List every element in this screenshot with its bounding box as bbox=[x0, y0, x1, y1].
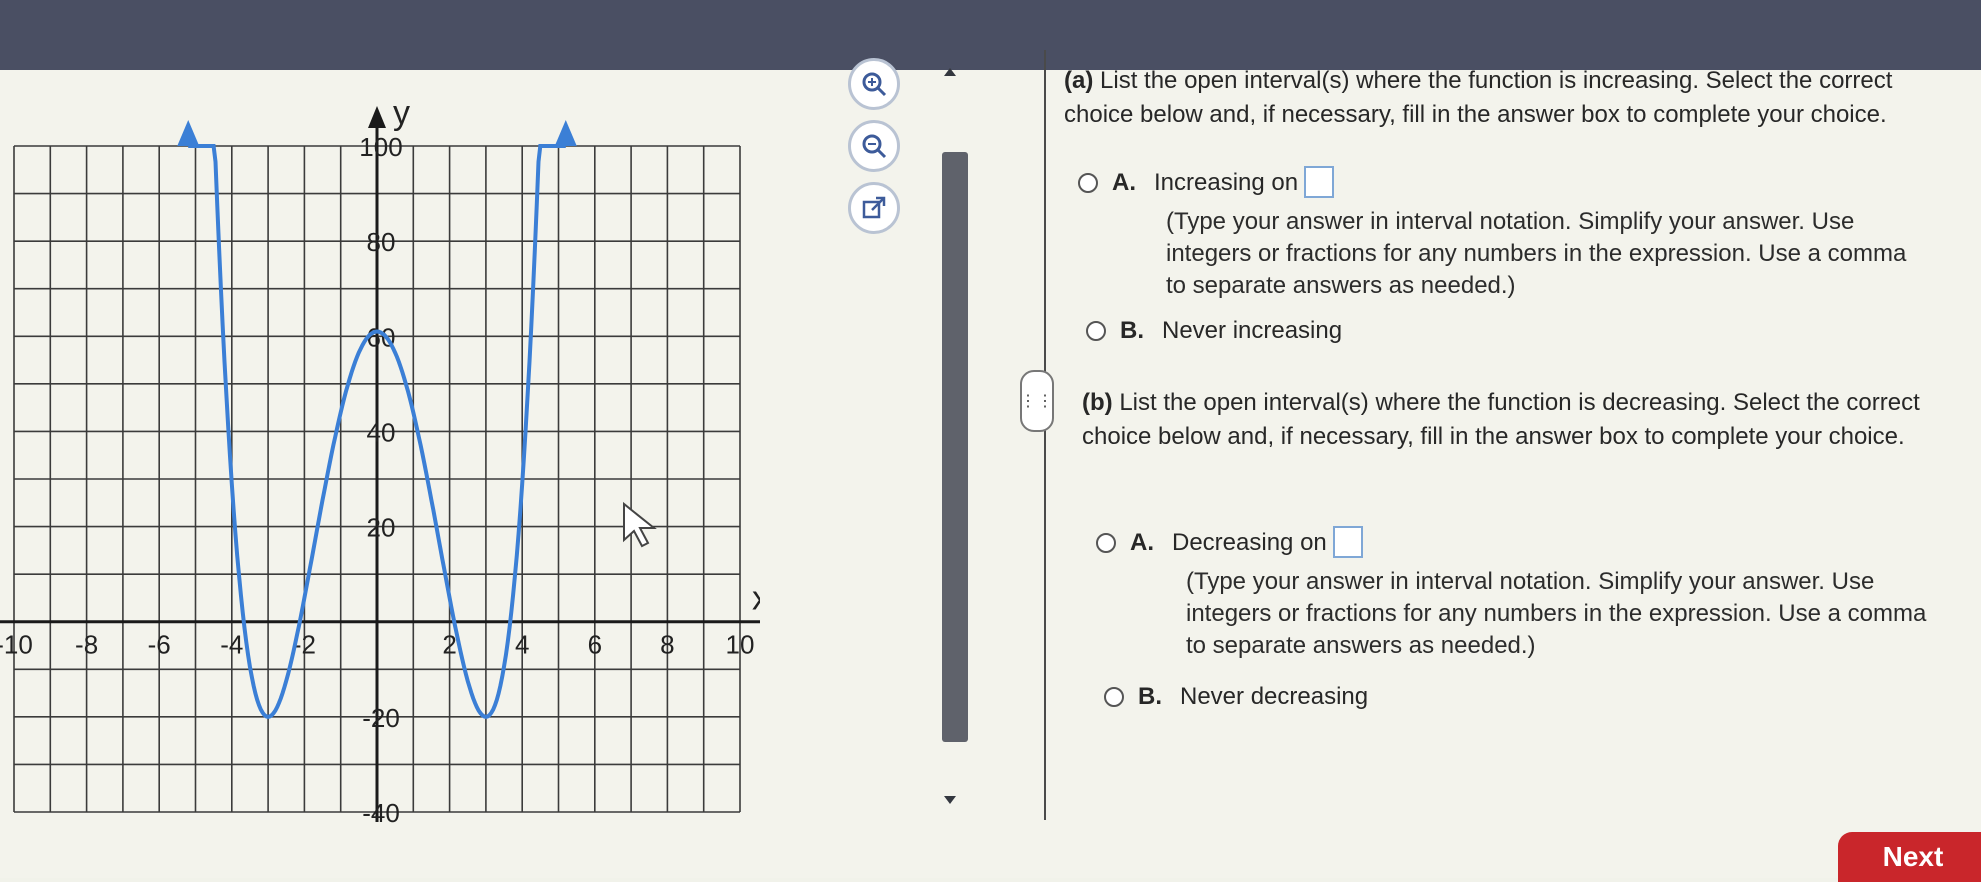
x-tick-label: 2 bbox=[442, 630, 456, 660]
x-tick-label: 10 bbox=[726, 630, 755, 660]
y-axis-arrow bbox=[368, 106, 386, 128]
x-tick-label: 6 bbox=[588, 630, 602, 660]
option-letter: B. bbox=[1138, 683, 1162, 710]
graph-toolbar bbox=[838, 58, 910, 238]
next-button[interactable]: Next bbox=[1838, 832, 1981, 882]
zoom-in-icon bbox=[862, 72, 887, 97]
x-tick-label: 8 bbox=[660, 630, 674, 660]
part-a-answer-input[interactable] bbox=[1304, 166, 1335, 198]
x-tick-label: 4 bbox=[515, 630, 529, 660]
part-b-option-b[interactable]: B. Never decreasing bbox=[1104, 680, 1368, 714]
option-label: Never increasing bbox=[1162, 317, 1343, 344]
external-link-icon bbox=[862, 196, 886, 219]
part-b-option-b-radio[interactable] bbox=[1104, 687, 1124, 707]
y-tick-label: 20 bbox=[367, 513, 396, 543]
zoom-in-button[interactable] bbox=[848, 58, 900, 110]
scrollbar-thumb[interactable] bbox=[942, 152, 968, 742]
part-b-answer-input[interactable] bbox=[1332, 526, 1363, 558]
option-letter: B. bbox=[1120, 317, 1144, 344]
part-b-text: List the open interval(s) where the func… bbox=[1082, 389, 1920, 450]
y-tick-label: -40 bbox=[362, 798, 400, 828]
part-b-label: (b) bbox=[1082, 389, 1113, 416]
x-axis-label: x bbox=[752, 580, 760, 618]
panel-resize-handle[interactable]: ⋮⋮ bbox=[1020, 370, 1054, 432]
scroll-up-arrow-icon[interactable] bbox=[944, 68, 956, 76]
y-tick-label: 80 bbox=[367, 227, 396, 257]
top-banner bbox=[0, 0, 1981, 70]
mouse-cursor-icon bbox=[623, 501, 657, 548]
part-a-option-a-hint: (Type your answer in interval notation. … bbox=[1166, 208, 1907, 299]
part-a-label: (a) bbox=[1064, 67, 1094, 94]
y-tick-label: 100 bbox=[359, 132, 402, 162]
zoom-out-button[interactable] bbox=[848, 120, 900, 172]
option-label: Increasing on bbox=[1154, 169, 1299, 196]
part-a-option-b-radio[interactable] bbox=[1086, 321, 1106, 341]
part-a-prompt: (a) List the open interval(s) where the … bbox=[1064, 64, 1964, 132]
y-tick-label: -20 bbox=[362, 703, 400, 733]
part-a-option-a[interactable]: A. Increasing on bbox=[1078, 166, 1335, 200]
x-tick-label: -4 bbox=[220, 630, 243, 660]
panel-divider bbox=[1044, 50, 1046, 820]
x-tick-label: -6 bbox=[148, 630, 171, 660]
y-axis-label: y bbox=[393, 94, 410, 132]
option-letter: A. bbox=[1130, 529, 1154, 556]
option-letter: A. bbox=[1112, 169, 1136, 196]
option-label: Decreasing on bbox=[1172, 529, 1327, 556]
part-b-option-a-hint: (Type your answer in interval notation. … bbox=[1186, 568, 1927, 659]
zoom-out-icon bbox=[862, 134, 887, 159]
handle-grip-icon: ⋮⋮ bbox=[1020, 393, 1054, 410]
part-b-option-a[interactable]: A. Decreasing on bbox=[1096, 526, 1363, 560]
scroll-down-arrow-icon[interactable] bbox=[944, 796, 956, 804]
part-a-option-b[interactable]: B. Never increasing bbox=[1086, 314, 1342, 348]
y-tick-label: 40 bbox=[367, 417, 396, 447]
option-label: Never decreasing bbox=[1180, 683, 1369, 710]
part-b-prompt: (b) List the open interval(s) where the … bbox=[1082, 386, 1981, 454]
curve-arrow-left bbox=[177, 120, 200, 146]
x-tick-label: -8 bbox=[75, 630, 98, 660]
curve-arrow-right bbox=[554, 120, 577, 146]
part-a-option-a-radio[interactable] bbox=[1078, 173, 1098, 193]
graph-scrollbar[interactable] bbox=[940, 56, 968, 816]
popout-button[interactable] bbox=[848, 182, 900, 234]
part-b-option-a-radio[interactable] bbox=[1096, 533, 1116, 553]
x-tick-label: -10 bbox=[0, 630, 33, 660]
function-graph: -10-8-6-4-224681010080604020-20-40 x y bbox=[0, 94, 760, 828]
part-a-text: List the open interval(s) where the func… bbox=[1064, 67, 1893, 128]
